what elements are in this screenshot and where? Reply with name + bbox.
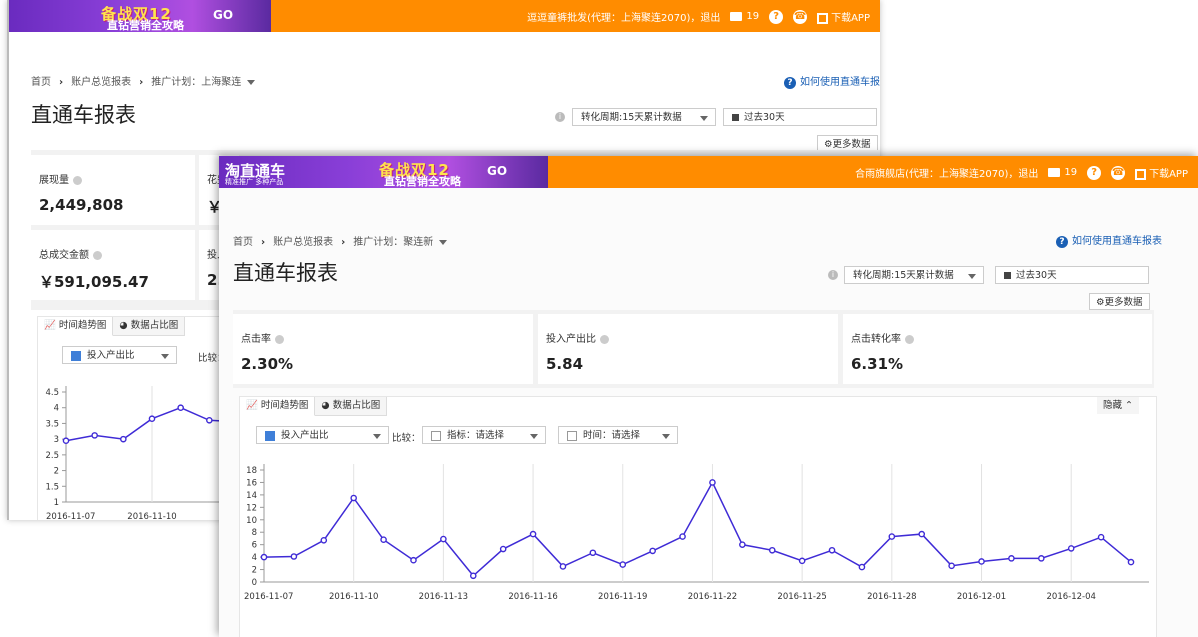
data-point (559, 563, 567, 570)
data-point (1097, 533, 1105, 541)
data-point (410, 556, 417, 564)
x-tick-label: 2016-11-28 (867, 592, 916, 602)
data-point (828, 546, 836, 554)
y-tick-label: 6 (252, 541, 257, 551)
x-tick-label: 2016-12-04 (1047, 592, 1096, 602)
y-tick-label: 1 (54, 498, 59, 508)
data-point (177, 404, 184, 412)
y-tick-label: 3 (54, 435, 59, 445)
data-point (1038, 555, 1045, 562)
y-tick-label: 2.5 (45, 451, 59, 461)
y-tick-label: 3.5 (45, 419, 59, 429)
data-point (948, 562, 955, 570)
data-point (589, 549, 597, 557)
y-tick-label: 18 (246, 466, 257, 476)
y-tick-label: 1.5 (45, 482, 59, 492)
data-point (206, 416, 213, 424)
y-tick-label: 4 (54, 404, 59, 414)
data-point (918, 530, 926, 538)
data-point (469, 572, 477, 580)
x-tick-label: 2016-11-25 (777, 592, 826, 602)
data-point (1127, 558, 1135, 566)
x-tick-label: 2016-11-07 (46, 512, 95, 520)
data-point (320, 537, 328, 544)
x-tick-label: 2016-11-10 (127, 512, 176, 520)
y-tick-label: 12 (246, 503, 257, 513)
data-point (978, 558, 985, 565)
x-tick-label: 2016-11-19 (598, 592, 647, 602)
trend-chart-front: 0 2 4 6 8 10 12 14 16 18 2016-11-07 2016-11-10 2016-… (244, 464, 1149, 602)
y-tick-label: 2 (252, 566, 257, 576)
data-point (62, 437, 70, 445)
data-point (709, 479, 716, 486)
data-point (798, 557, 806, 565)
data-point (440, 535, 447, 543)
data-point (148, 415, 156, 423)
data-point (679, 533, 686, 540)
x-tick-label: 2016-12-01 (957, 592, 1006, 602)
series-line (263, 480, 1132, 577)
y-tick-label: 10 (246, 516, 257, 526)
data-point (888, 533, 896, 540)
data-point (1067, 545, 1075, 552)
data-point (739, 541, 746, 548)
y-tick-label: 0 (252, 578, 257, 588)
data-point (120, 435, 127, 443)
data-point (380, 536, 387, 543)
data-point (649, 547, 656, 555)
y-tick-label: 16 (246, 478, 257, 488)
data-point (290, 553, 298, 560)
x-tick-label: 2016-11-10 (329, 592, 378, 602)
data-point (858, 563, 866, 571)
y-tick-label: 8 (252, 528, 257, 538)
x-tick-label: 2016-11-13 (419, 592, 468, 602)
front-report-window: 淘直通车 精准推广 多种产品 备战双12 直钻营销全攻略 GO 合雨旗舰店(代理… (219, 156, 1198, 637)
data-point (1008, 555, 1015, 562)
y-tick-label: 4 (252, 553, 257, 563)
data-point (350, 494, 357, 502)
data-point (529, 530, 537, 538)
data-point (499, 545, 507, 553)
x-tick-label: 2016-11-07 (244, 592, 293, 602)
y-tick-label: 4.5 (45, 388, 59, 398)
y-tick-label: 14 (246, 491, 257, 501)
y-tick-label: 2 (54, 467, 59, 477)
data-point (260, 553, 268, 561)
data-point (91, 432, 98, 439)
x-tick-label: 2016-11-16 (508, 592, 557, 602)
x-tick-label: 2016-11-22 (688, 592, 737, 602)
data-point (768, 546, 776, 554)
data-point (619, 561, 627, 568)
